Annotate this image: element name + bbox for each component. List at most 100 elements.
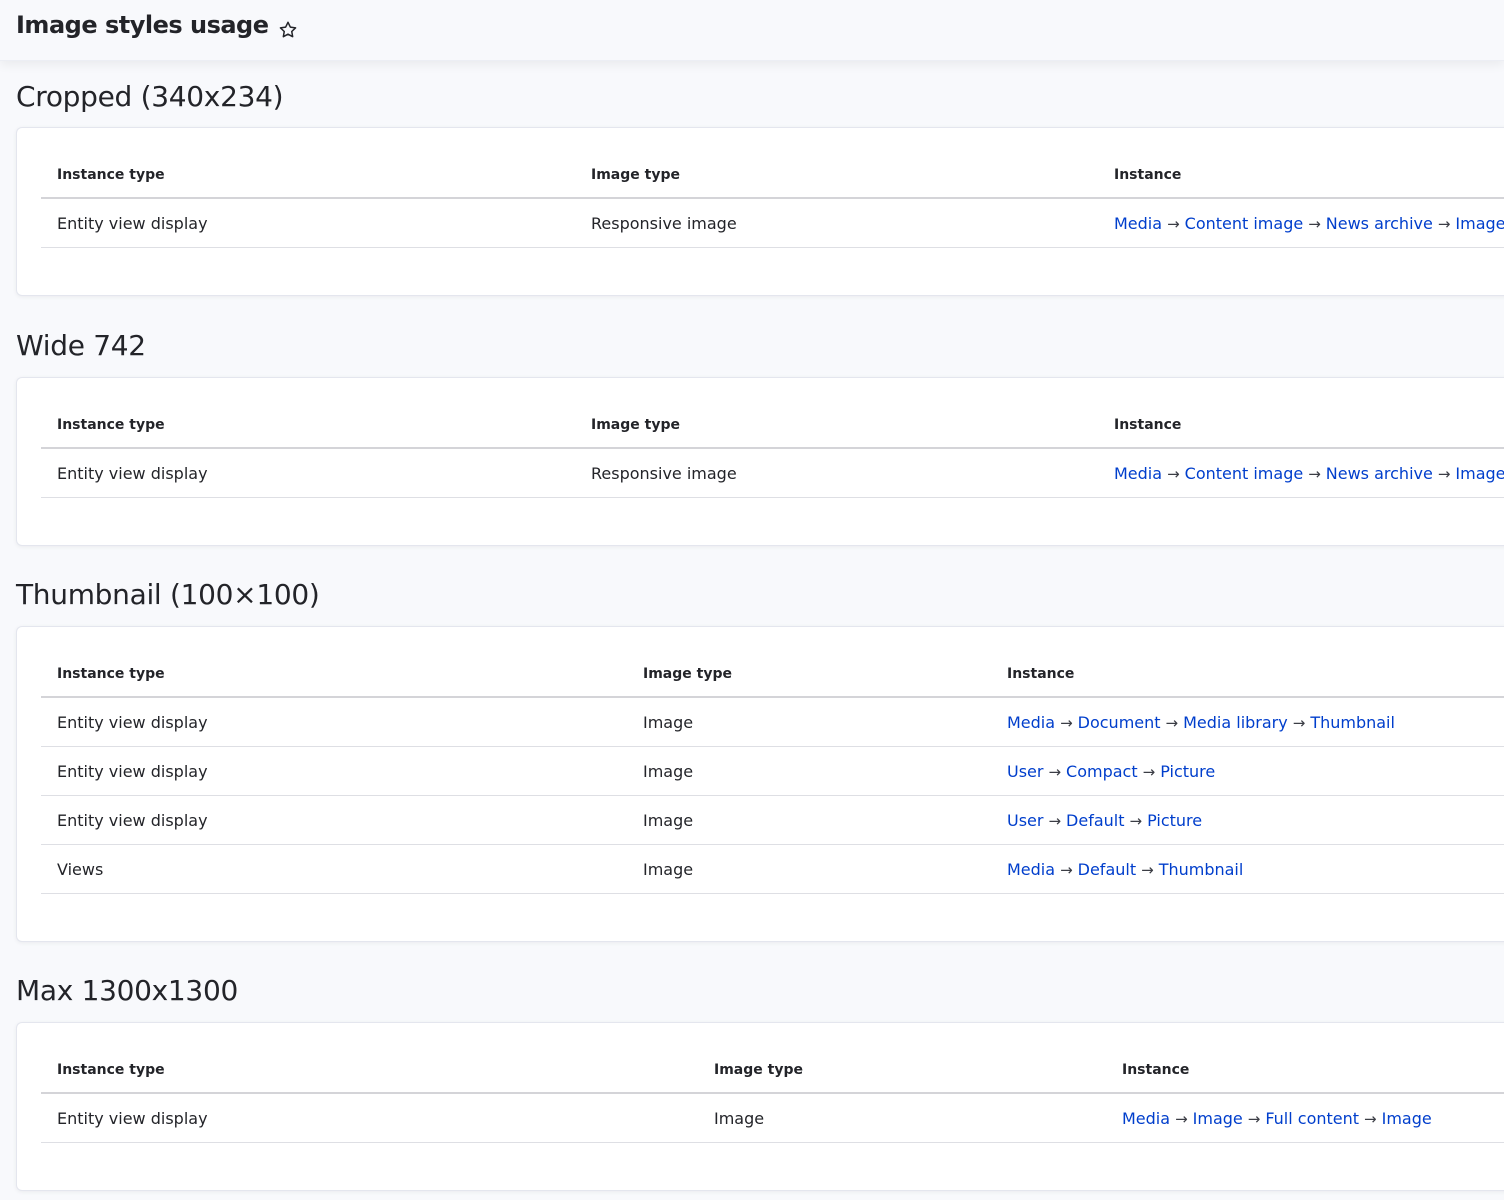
instance-link[interactable]: Media <box>1122 1109 1170 1128</box>
instance-link[interactable]: Image <box>1455 214 1504 233</box>
arrow-right-icon: → <box>1060 860 1073 879</box>
instance-type-cell: Entity view display <box>41 697 627 747</box>
table-header-row: Instance type Image type Instance <box>41 402 1504 449</box>
instance-cell: Media → Document → Media library → Thumbnail <box>991 697 1504 747</box>
instance-link[interactable]: News archive <box>1326 214 1433 233</box>
instance-link[interactable]: Media <box>1114 214 1162 233</box>
image-type-cell: Responsive image <box>575 448 1098 498</box>
table-row: Entity view display Responsive image Med… <box>41 448 1504 498</box>
column-header-instance-type: Instance type <box>41 651 627 698</box>
instance-link[interactable]: Content image <box>1185 464 1304 483</box>
image-type-cell: Image <box>627 697 991 747</box>
usage-table: Instance type Image type Instance Entity… <box>41 651 1504 894</box>
instance-type-cell: Entity view display <box>41 746 627 796</box>
arrow-right-icon: → <box>1167 214 1180 233</box>
instance-link[interactable]: Compact <box>1066 762 1138 781</box>
instance-link[interactable]: Thumbnail <box>1159 860 1244 879</box>
image-type-cell: Image <box>627 795 991 845</box>
instance-link[interactable]: Document <box>1078 713 1161 732</box>
column-header-instance: Instance <box>1098 402 1504 449</box>
column-header-instance: Instance <box>1098 152 1504 199</box>
usage-card: Instance type Image type Instance Entity… <box>16 127 1504 296</box>
section-title: Thumbnail (100×100) <box>16 578 320 611</box>
arrow-right-icon: → <box>1165 713 1179 732</box>
instance-cell: Media → Image → Full content → Image <box>1106 1093 1504 1143</box>
instance-type-cell: Views <box>41 844 627 894</box>
star-icon[interactable] <box>278 15 298 38</box>
section-title: Wide 742 <box>16 329 146 362</box>
image-type-cell: Image <box>627 844 991 894</box>
column-header-instance-type: Instance type <box>41 152 575 199</box>
instance-link[interactable]: Full content <box>1265 1109 1359 1128</box>
instance-cell: User → Default → Picture <box>991 795 1504 845</box>
table-row: Entity view display Image Media → Image → Fu… <box>41 1093 1504 1143</box>
instance-cell: Media → Content image → News archive → Image <box>1098 198 1504 248</box>
arrow-right-icon: → <box>1129 811 1143 830</box>
arrow-right-icon: → <box>1308 464 1321 483</box>
column-header-instance-type: Instance type <box>41 402 575 449</box>
table-header-row: Instance type Image type Instance <box>41 152 1504 199</box>
column-header-image-type: Image type <box>575 152 1098 199</box>
column-header-image-type: Image type <box>698 1047 1106 1094</box>
page-title: Image styles usage <box>16 8 298 42</box>
arrow-right-icon: → <box>1048 811 1062 830</box>
instance-link[interactable]: Thumbnail <box>1310 713 1395 732</box>
usage-card: Instance type Image type Instance Entity… <box>16 377 1504 546</box>
instance-link[interactable]: News archive <box>1326 464 1433 483</box>
instance-link[interactable]: Image <box>1455 464 1504 483</box>
arrow-right-icon: → <box>1247 1109 1261 1128</box>
instance-link[interactable]: Default <box>1078 860 1136 879</box>
image-type-cell: Responsive image <box>575 198 1098 248</box>
arrow-right-icon: → <box>1364 1109 1377 1128</box>
instance-cell: Media → Content image → News archive → Image <box>1098 448 1504 498</box>
instance-link[interactable]: User <box>1007 762 1043 781</box>
column-header-instance-type: Instance type <box>41 1047 698 1094</box>
instance-link[interactable]: Image <box>1382 1109 1432 1128</box>
instance-link[interactable]: Media <box>1114 464 1162 483</box>
usage-table: Instance type Image type Instance Entity… <box>41 1047 1504 1143</box>
table-row: Entity view display Image User → Default → P… <box>41 795 1504 845</box>
table-row: Entity view display Image User → Compact → P… <box>41 746 1504 796</box>
arrow-right-icon: → <box>1142 762 1156 781</box>
table-header-row: Instance type Image type Instance <box>41 1047 1504 1094</box>
instance-cell: Media → Default → Thumbnail <box>991 844 1504 894</box>
column-header-instance: Instance <box>1106 1047 1504 1094</box>
instance-cell: User → Compact → Picture <box>991 746 1504 796</box>
instance-link[interactable]: Image <box>1193 1109 1243 1128</box>
instance-link[interactable]: Media <box>1007 860 1055 879</box>
instance-link[interactable]: Content image <box>1185 214 1304 233</box>
instance-type-cell: Entity view display <box>41 198 575 248</box>
arrow-right-icon: → <box>1175 1109 1188 1128</box>
instance-link[interactable]: Picture <box>1160 762 1215 781</box>
usage-card: Instance type Image type Instance Entity… <box>16 1022 1504 1191</box>
instance-link[interactable]: User <box>1007 811 1043 830</box>
column-header-image-type: Image type <box>627 651 991 698</box>
instance-link[interactable]: Media <box>1007 713 1055 732</box>
instance-link[interactable]: Picture <box>1147 811 1202 830</box>
table-row: Entity view display Responsive image Med… <box>41 198 1504 248</box>
arrow-right-icon: → <box>1308 214 1321 233</box>
instance-type-cell: Entity view display <box>41 795 627 845</box>
arrow-right-icon: → <box>1141 860 1154 879</box>
arrow-right-icon: → <box>1167 464 1180 483</box>
usage-table: Instance type Image type Instance Entity… <box>41 402 1504 498</box>
column-header-image-type: Image type <box>575 402 1098 449</box>
instance-link[interactable]: Media library <box>1183 713 1288 732</box>
instance-link[interactable]: Default <box>1066 811 1124 830</box>
usage-card: Instance type Image type Instance Entity… <box>16 626 1504 942</box>
image-type-cell: Image <box>627 746 991 796</box>
page-title-text: Image styles usage <box>16 11 269 39</box>
section-title: Max 1300x1300 <box>16 974 238 1007</box>
arrow-right-icon: → <box>1048 762 1062 781</box>
section-title: Cropped (340x234) <box>16 80 284 113</box>
table-header-row: Instance type Image type Instance <box>41 651 1504 698</box>
arrow-right-icon: → <box>1060 713 1073 732</box>
arrow-right-icon: → <box>1437 214 1451 233</box>
arrow-right-icon: → <box>1292 713 1306 732</box>
image-type-cell: Image <box>698 1093 1106 1143</box>
column-header-instance: Instance <box>991 651 1504 698</box>
instance-type-cell: Entity view display <box>41 448 575 498</box>
usage-table: Instance type Image type Instance Entity… <box>41 152 1504 248</box>
table-row: Views Image Media → Default → Thumbnail <box>41 844 1504 894</box>
arrow-right-icon: → <box>1437 464 1451 483</box>
